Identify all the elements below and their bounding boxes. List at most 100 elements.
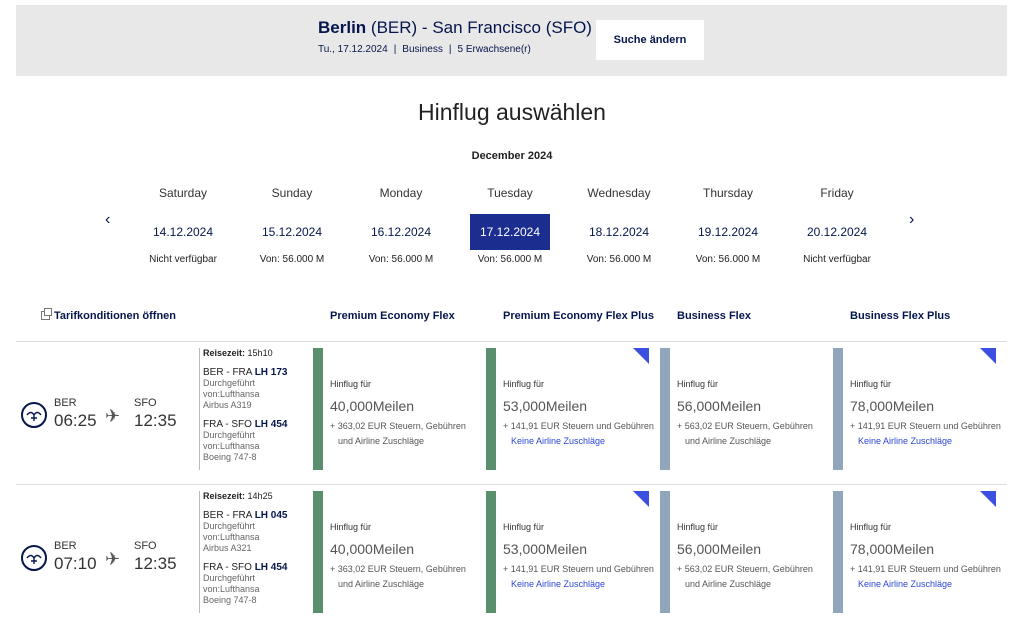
lowest-price: Von: 56.000 M [368, 254, 434, 265]
date-button[interactable]: 15.12.2024 [252, 214, 332, 250]
date-button[interactable]: 18.12.2024 [579, 214, 659, 250]
corner-flag-icon [633, 348, 649, 364]
operated-by: Durchgeführt [203, 573, 256, 583]
departure-time: 07:10 [54, 554, 97, 573]
fare-taxes: + 563,02 EUR Steuern, Gebühren und Airlin… [677, 562, 833, 592]
flight-number[interactable]: LH 454 [255, 562, 288, 573]
date-button[interactable]: 20.12.2024 [797, 214, 877, 250]
fare-card[interactable]: Hinflug für 40,000Meilen + 363,02 EUR Steu… [313, 491, 476, 613]
no-surcharge-link[interactable]: Keine Airline Zuschläge [503, 579, 605, 589]
no-surcharge-link[interactable]: Keine Airline Zuschläge [850, 436, 952, 446]
tax-line: + 141,91 EUR Steuern und Gebühren [503, 564, 654, 574]
plane-icon: ✈ [105, 549, 121, 569]
date-option[interactable]: Tuesday 17.12.2024 Von: 56.000 M [460, 186, 560, 265]
plane-icon: ✈ [105, 406, 121, 426]
fare-taxes: + 563,02 EUR Steuern, Gebühren und Airlin… [677, 419, 833, 449]
fare-taxes: + 141,91 EUR Steuern und Gebühren Keine A… [850, 419, 1006, 449]
fare-card[interactable]: Hinflug für 56,000Meilen + 563,02 EUR Steu… [660, 491, 823, 613]
next-week-chevron-icon[interactable]: › [909, 211, 914, 229]
fare-label: Hinflug für [503, 379, 545, 389]
change-search-button[interactable]: Suche ändern [596, 20, 704, 60]
no-surcharge-link[interactable]: Keine Airline Zuschläge [850, 579, 952, 589]
crane-logo-icon [21, 545, 47, 571]
page-title: Hinflug auswählen [418, 99, 606, 125]
fare-label: Hinflug für [850, 379, 892, 389]
fare-card[interactable]: Hinflug für 78,000Meilen + 141,91 EUR Steu… [833, 491, 1001, 613]
lowest-price: Von: 56.000 M [477, 254, 543, 265]
flight-row: BER 06:25 ✈ SFO 12:35 Reisezeit: 15h10 BER - F… [16, 342, 1007, 477]
weekday-label: Thursday [702, 186, 754, 200]
segment-route: FRA - SFO LH 454 [203, 562, 307, 573]
fare-miles: 78,000Meilen [850, 541, 935, 557]
fare-card[interactable]: Hinflug für 53,000Meilen + 141,91 EUR Steu… [486, 348, 654, 470]
arrival-time: 12:35 [134, 554, 177, 573]
segment-route: FRA - SFO LH 454 [203, 419, 307, 430]
open-fare-conditions-link[interactable]: Tarifkonditionen öffnen [41, 308, 176, 322]
fare-label: Hinflug für [330, 379, 372, 389]
separator: | [448, 44, 452, 55]
date-option[interactable]: Friday 20.12.2024 Nicht verfügbar [787, 186, 887, 265]
date-button[interactable]: 14.12.2024 [143, 214, 223, 250]
travel-time: Reisezeit: 14h25 [203, 491, 307, 502]
fare-label: Hinflug für [503, 522, 545, 532]
fare-taxes: + 363,02 EUR Steuern, Gebühren und Airlin… [330, 562, 486, 592]
weekday-label: Sunday [271, 186, 313, 200]
travel-date: Tu., 17.12.2024 [318, 44, 388, 55]
aircraft-type: Boeing 747-8 [203, 595, 257, 605]
fare-label: Hinflug für [677, 522, 719, 532]
date-button[interactable]: 17.12.2024 [470, 214, 550, 250]
segment-route: BER - FRA LH 173 [203, 367, 307, 378]
flight-details: Reisezeit: 15h10 BER - FRA LH 173 Durchgef… [199, 348, 307, 470]
tax-line: + 563,02 EUR Steuern, Gebühren [677, 421, 813, 431]
weekday-label: Friday [820, 186, 854, 200]
separator: | [393, 44, 397, 55]
flight-number[interactable]: LH 173 [255, 367, 288, 378]
operated-by: Durchgeführt [203, 521, 256, 531]
tax-line: + 363,02 EUR Steuern, Gebühren [330, 564, 466, 574]
operator: von:Lufthansa [203, 441, 260, 451]
date-button[interactable]: 16.12.2024 [361, 214, 441, 250]
fare-card[interactable]: Hinflug für 56,000Meilen + 563,02 EUR Steu… [660, 348, 823, 470]
date-option[interactable]: Thursday 19.12.2024 Von: 56.000 M [678, 186, 778, 265]
crane-logo-icon [21, 402, 47, 428]
fare-miles: 56,000Meilen [677, 398, 762, 414]
no-surcharge-link[interactable]: Keine Airline Zuschläge [503, 436, 605, 446]
fare-miles: 56,000Meilen [677, 541, 762, 557]
flight-number[interactable]: LH 454 [255, 419, 288, 430]
fare-card[interactable]: Hinflug für 78,000Meilen + 141,91 EUR Steu… [833, 348, 1001, 470]
tax-line-2: und Airline Zuschläge [685, 436, 772, 446]
date-option[interactable]: Saturday 14.12.2024 Nicht verfügbar [133, 186, 233, 265]
date-option[interactable]: Monday 16.12.2024 Von: 56.000 M [351, 186, 451, 265]
weekday-label: Tuesday [487, 186, 533, 200]
fare-taxes: + 363,02 EUR Steuern, Gebühren und Airlin… [330, 419, 486, 449]
fare-card[interactable]: Hinflug für 53,000Meilen + 141,91 EUR Steu… [486, 491, 654, 613]
departure-time: 06:25 [54, 411, 97, 430]
segment-airports: BER - FRA [203, 367, 252, 378]
corner-flag-icon [980, 491, 996, 507]
date-option[interactable]: Sunday 15.12.2024 Von: 56.000 M [242, 186, 342, 265]
tax-line: + 363,02 EUR Steuern, Gebühren [330, 421, 466, 431]
flight-row: BER 07:10 ✈ SFO 12:35 Reisezeit: 14h25 BER - F… [16, 485, 1007, 620]
fare-card[interactable]: Hinflug für 40,000Meilen + 363,02 EUR Steu… [313, 348, 476, 470]
destination: San Francisco (SFO) [432, 18, 592, 37]
lowest-price: Von: 56.000 M [695, 254, 761, 265]
fare-column-title: Business Flex Plus [850, 310, 951, 322]
segment-airports: FRA - SFO [203, 419, 252, 430]
external-window-icon [41, 308, 52, 320]
date-button[interactable]: 19.12.2024 [688, 214, 768, 250]
operator: von:Lufthansa [203, 584, 260, 594]
origin-code: (BER) [370, 18, 418, 37]
segment-airports: FRA - SFO [203, 562, 252, 573]
travel-time-label: Reisezeit: [203, 491, 246, 501]
origin-city: Berlin [318, 18, 367, 37]
operator: von:Lufthansa [203, 532, 260, 542]
prev-week-chevron-icon[interactable]: ‹ [105, 211, 110, 229]
travel-time-value: 14h25 [247, 491, 273, 501]
flight-number[interactable]: LH 045 [255, 510, 288, 521]
flight-details: Reisezeit: 14h25 BER - FRA LH 045 Durchgef… [199, 491, 307, 613]
tax-line-2: und Airline Zuschläge [685, 579, 772, 589]
lowest-price: Nicht verfügbar [803, 254, 871, 265]
search-details: Tu., 17.12.2024 | Business | 5 Erwachsene(r) [318, 44, 531, 55]
date-option[interactable]: Wednesday 18.12.2024 Von: 56.000 M [569, 186, 669, 265]
tax-line-2: und Airline Zuschläge [338, 436, 425, 446]
